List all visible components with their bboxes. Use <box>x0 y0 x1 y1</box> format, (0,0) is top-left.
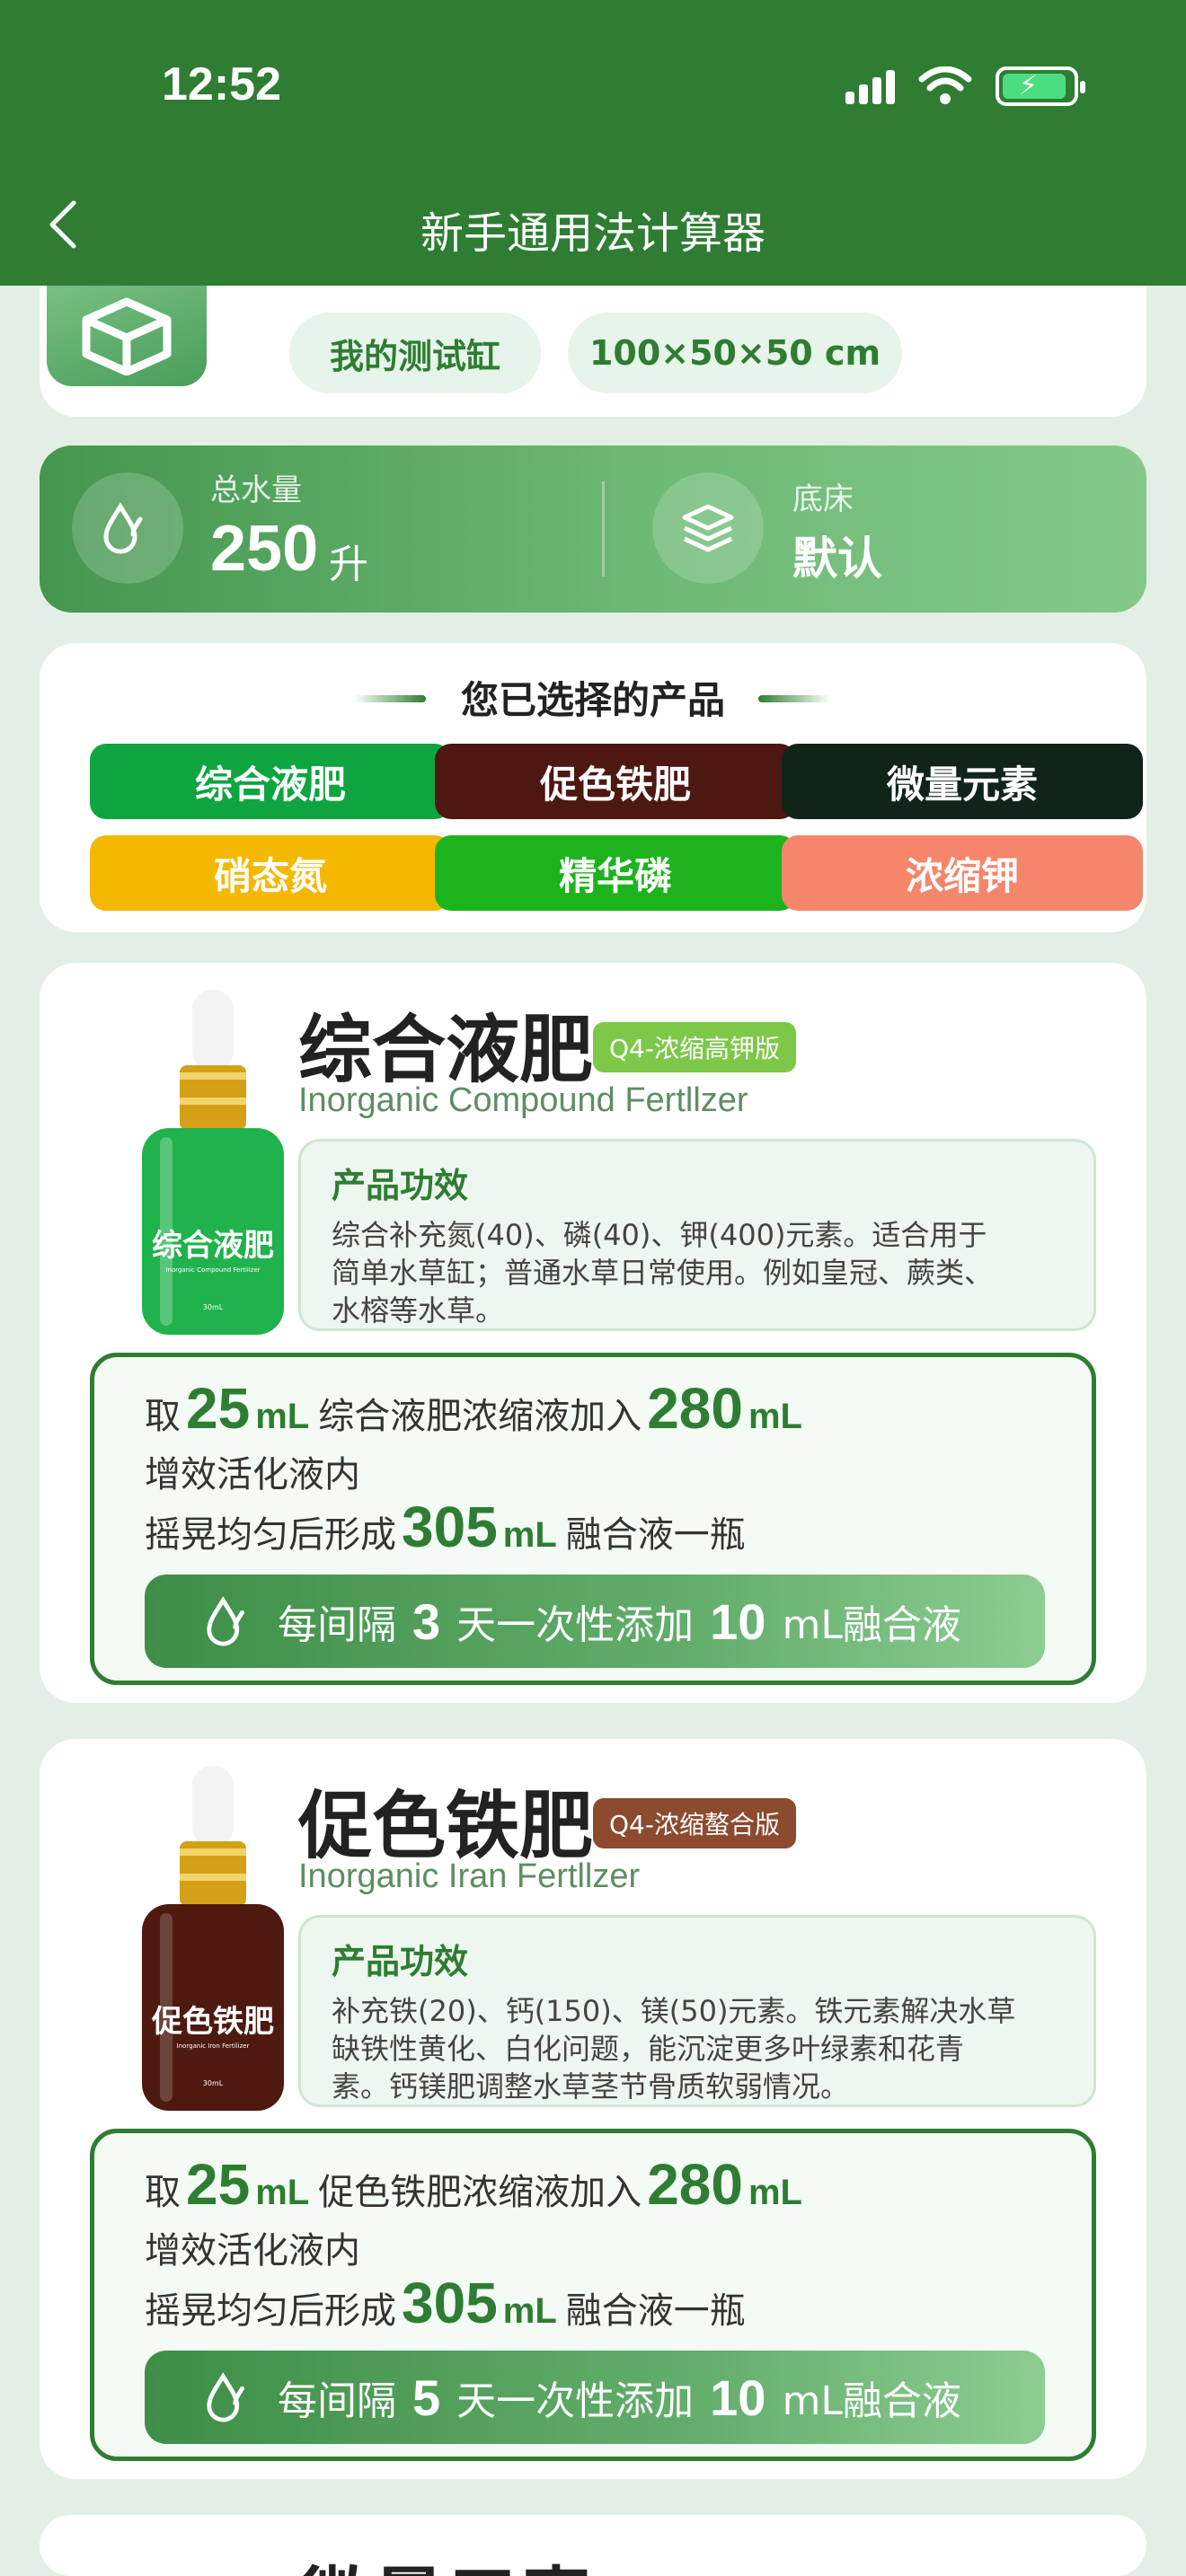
title-decoration-right <box>758 695 830 702</box>
mix-amount: 305 <box>402 1495 498 1559</box>
effect-text-line: 水榕等水草。 <box>332 1293 505 1328</box>
effect-text-line: 素。钙镁肥调整水草茎节骨质软弱情况。 <box>332 2069 850 2104</box>
divider <box>602 481 605 577</box>
water-drop-icon <box>207 2372 244 2422</box>
product-card-iron: 促色铁肥 Inorganic Iron Fertilizer 30mL 促色铁肥… <box>40 1739 1146 2479</box>
product-english-name: Inorganic Iran Fertllzer <box>298 1857 641 1895</box>
status-icons: ⚡ <box>845 65 1085 108</box>
battery-icon: ⚡ <box>996 66 1085 106</box>
water-drop-icon <box>72 472 183 584</box>
tank-name-pill: 我的测试缸 <box>289 313 541 393</box>
add-amount: 280 <box>647 1376 743 1441</box>
water-volume-card: 总水量 250 升 底床 默认 <box>40 446 1146 613</box>
dose-instruction: 每间隔 3 天一次性添加 10 mL融合液 <box>145 1575 1045 1668</box>
app-header: 12:52 ⚡ 新手通用法计算器 <box>0 0 1186 286</box>
svg-text:Inorganic Compound Fertilizer: Inorganic Compound Fertilizer <box>165 1266 260 1274</box>
water-unit: 升 <box>329 542 368 587</box>
tank-size-pill: 100×50×50 cm <box>568 313 902 393</box>
product-effect-box: 产品功效 补充铁(20)、钙(150)、镁(50)元素。铁元素解决水草 缺铁性黄… <box>298 1915 1096 2107</box>
effect-text-line: 简单水草缸；普通水草日常使用。例如皇冠、蕨类、 <box>332 1256 994 1290</box>
cellular-signal-icon <box>845 68 895 104</box>
dose-amount: 10 <box>710 1592 766 1650</box>
product-chip[interactable]: 综合液肥 <box>90 744 451 819</box>
dose-days: 5 <box>412 2369 441 2426</box>
effect-text-line: 补充铁(20)、钙(150)、镁(50)元素。铁元素解决水草 <box>332 1994 1016 2028</box>
recipe-line-3: 摇晃均匀后形成 305 mL 融合液一瓶 <box>145 1495 746 1559</box>
water-label: 总水量 <box>210 472 302 508</box>
tank-icon-box <box>47 269 207 386</box>
dose-instruction: 每间隔 5 天一次性添加 10 mL融合液 <box>145 2351 1045 2444</box>
product-card-compound: 综合液肥 Inorganic Compound Fertilizer 30mL … <box>40 963 1146 1703</box>
product-chip[interactable]: 微量元素 <box>782 744 1143 819</box>
product-chip[interactable]: 硝态氮 <box>90 835 451 911</box>
effect-text-line: 缺铁性黄化、白化问题，能沉淀更多叶绿素和花青 <box>332 2032 965 2066</box>
svg-text:30mL: 30mL <box>203 1303 224 1311</box>
selected-products-title: 您已选择的产品 <box>460 678 725 722</box>
product-english-name: Inorganic Compound Fertllzer <box>298 1081 748 1119</box>
product-chip[interactable]: 促色铁肥 <box>435 744 796 819</box>
cube-icon <box>82 297 172 375</box>
product-chip[interactable]: 精华磷 <box>435 835 796 911</box>
effect-title: 产品功效 <box>332 1942 469 1981</box>
svg-text:Inorganic Iron Fertilizer: Inorganic Iron Fertilizer <box>177 2042 250 2050</box>
product-version-badge: Q4-浓缩螯合版 <box>593 1798 796 1848</box>
status-time: 12:52 <box>162 58 281 110</box>
dose-days: 3 <box>412 1592 441 1650</box>
take-amount: 25 <box>186 2152 251 2217</box>
wifi-icon <box>918 66 972 104</box>
water-value: 250 <box>210 513 319 585</box>
recipe-line-2: 增效活化液内 <box>145 2230 360 2272</box>
svg-text:综合液肥: 综合液肥 <box>152 1228 274 1264</box>
product-chip[interactable]: 浓缩钾 <box>782 835 1143 911</box>
add-amount: 280 <box>647 2152 743 2217</box>
substrate-value: 默认 <box>792 533 882 585</box>
product-effect-box: 产品功效 综合补充氮(40)、磷(40)、钾(400)元素。适合用于 简单水草缸… <box>298 1139 1096 1331</box>
product-version-badge: Q4-浓缩高钾版 <box>593 1022 796 1072</box>
recipe-box: 取 25 mL 综合液肥浓缩液加入 280 mL 增效活化液内 摇晃均匀后形成 … <box>90 1353 1096 1685</box>
recipe-line-1: 取 25 mL 促色铁肥浓缩液加入 280 mL <box>145 2152 802 2217</box>
water-drop-icon <box>207 1596 244 1646</box>
substrate-label: 底床 <box>792 481 854 517</box>
recipe-line-1: 取 25 mL 综合液肥浓缩液加入 280 mL <box>145 1376 802 1441</box>
page-title: 新手通用法计算器 <box>420 208 766 259</box>
mix-amount: 305 <box>402 2271 498 2335</box>
take-amount: 25 <box>186 1376 251 1441</box>
product-name: 微量元素 <box>298 2542 593 2576</box>
recipe-line-2: 增效活化液内 <box>145 1454 360 1495</box>
recipe-box: 取 25 mL 促色铁肥浓缩液加入 280 mL 增效活化液内 摇晃均匀后形成 … <box>90 2129 1096 2461</box>
selected-products-card: 您已选择的产品 综合液肥 促色铁肥 微量元素 硝态氮 精华磷 浓缩钾 <box>40 643 1146 932</box>
product-card-trace: 微量元素 <box>40 2515 1146 2576</box>
effect-text-line: 综合补充氮(40)、磷(40)、钾(400)元素。适合用于 <box>332 1218 987 1252</box>
svg-text:30mL: 30mL <box>203 2079 224 2087</box>
effect-title: 产品功效 <box>332 1166 469 1205</box>
dose-amount: 10 <box>710 2369 766 2426</box>
layers-icon <box>652 472 764 584</box>
svg-text:促色铁肥: 促色铁肥 <box>151 2004 274 2040</box>
recipe-line-3: 摇晃均匀后形成 305 mL 融合液一瓶 <box>145 2271 746 2335</box>
